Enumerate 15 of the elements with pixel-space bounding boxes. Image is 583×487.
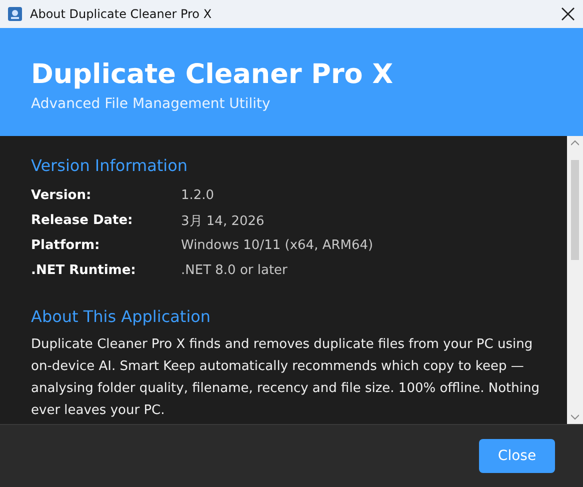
info-value: 1.2.0 bbox=[181, 188, 214, 203]
info-value: 3月 14, 2026 bbox=[181, 212, 264, 230]
section-heading: About This Application bbox=[31, 307, 211, 326]
info-value: .NET 8.0 or later bbox=[181, 263, 288, 278]
window-title: About Duplicate Cleaner Pro X bbox=[30, 7, 213, 21]
section-heading: Version Information bbox=[31, 156, 188, 175]
app-subtitle: Advanced File Management Utility bbox=[31, 96, 270, 112]
info-label: .NET Runtime: bbox=[31, 263, 137, 278]
close-button[interactable]: Close bbox=[479, 439, 555, 473]
description-text: Duplicate Cleaner Pro X finds and removes duplicate files from your PC using on-device AI. Smart Keep automatically recommends which copy to keep — analysing folder quality, filename, recency and file size. 100% offline. Nothing ever leaves your PC. bbox=[31, 336, 540, 420]
info-label: Platform: bbox=[31, 238, 101, 253]
info-label: Version: bbox=[31, 188, 92, 203]
info-label: Release Date: bbox=[31, 213, 134, 228]
info-value: Windows 10/11 (x64, ARM64) bbox=[181, 238, 374, 253]
app-title: Duplicate Cleaner Pro X bbox=[31, 58, 394, 92]
